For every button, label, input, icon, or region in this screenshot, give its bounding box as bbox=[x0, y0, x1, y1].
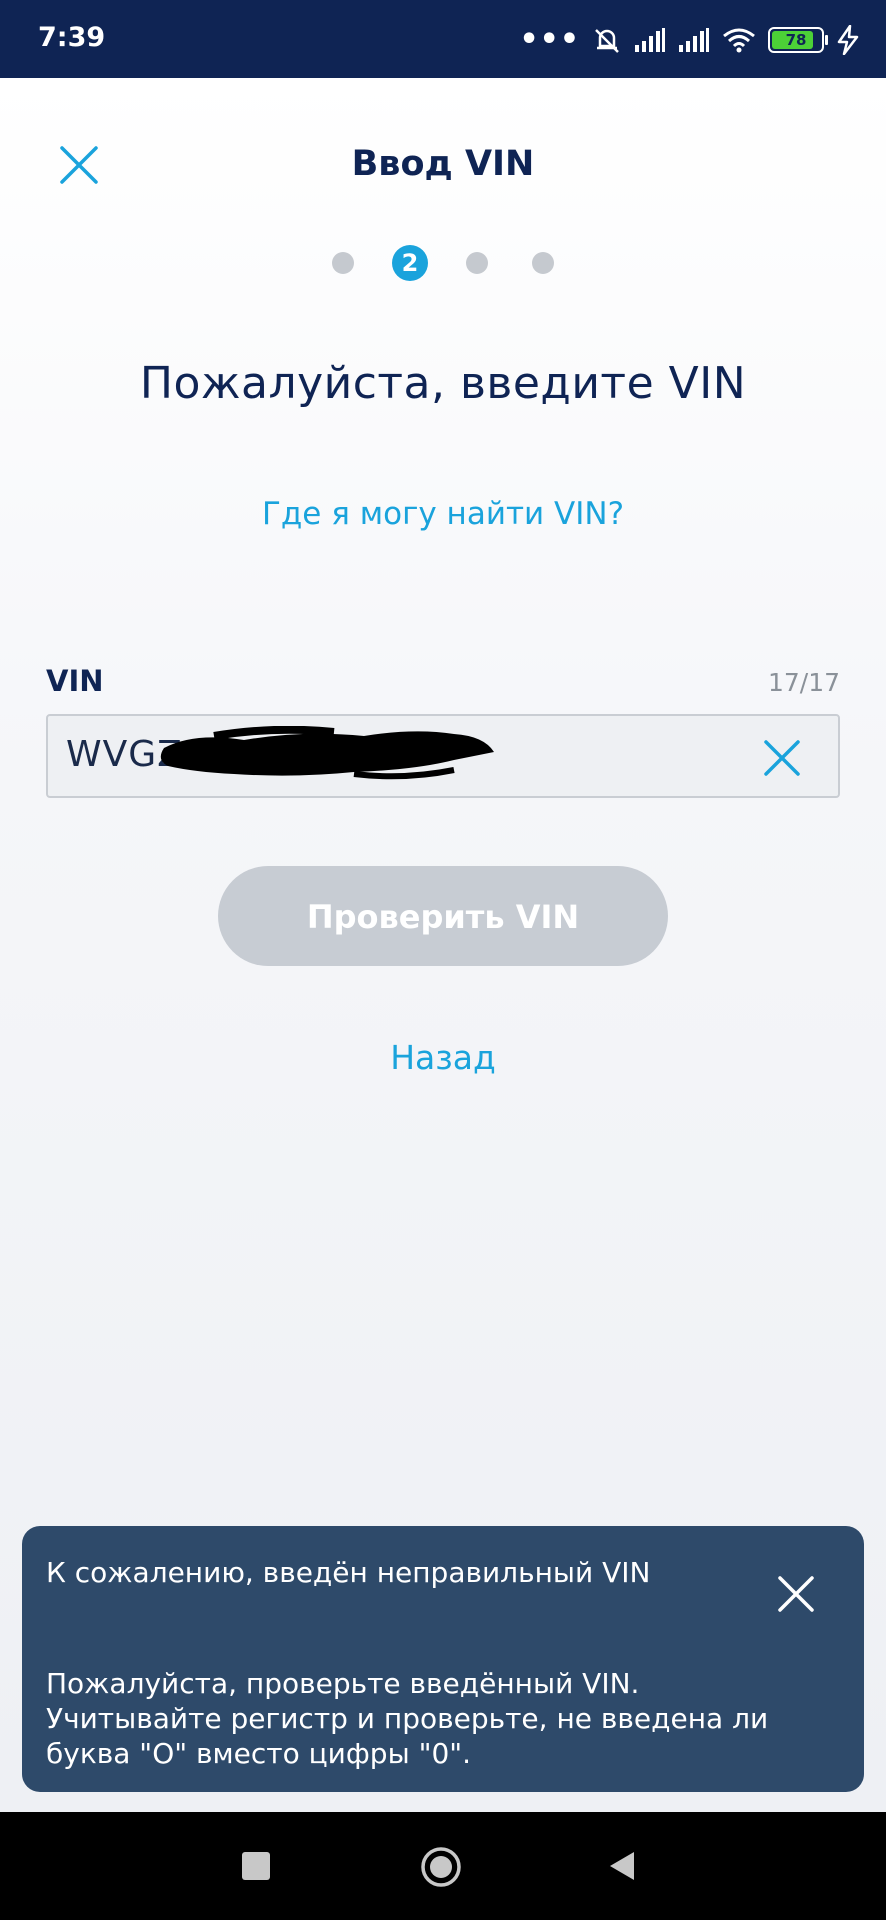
clear-icon[interactable] bbox=[760, 736, 804, 780]
mute-icon bbox=[595, 29, 619, 53]
vin-char-counter: 17/17 bbox=[767, 668, 840, 697]
page-title: Ввод VIN bbox=[351, 144, 535, 184]
vin-field-label: VIN bbox=[46, 664, 104, 698]
recents-button[interactable] bbox=[242, 1852, 270, 1880]
vin-entry-screen: Ввод VIN 2 Пожалуйста, введите VIN Где я… bbox=[0, 78, 886, 1812]
error-toast: К сожалению, введён неправильный VIN Пож… bbox=[22, 1526, 864, 1792]
back-link[interactable]: Назад bbox=[0, 1038, 886, 1077]
charging-icon bbox=[837, 25, 859, 55]
signal-icon bbox=[679, 28, 709, 52]
home-button[interactable] bbox=[420, 1846, 462, 1888]
find-vin-link[interactable]: Где я могу найти VIN? bbox=[0, 496, 886, 532]
signal-icon bbox=[635, 28, 665, 52]
step-dot bbox=[332, 252, 354, 274]
step-dot bbox=[466, 252, 488, 274]
step-dot bbox=[532, 252, 554, 274]
toast-close-icon[interactable] bbox=[774, 1572, 818, 1616]
toast-message: Пожалуйста, проверьте введённый VIN. Учи… bbox=[46, 1666, 806, 1771]
toast-title: К сожалению, введён неправильный VIN bbox=[46, 1556, 651, 1589]
status-bar: 7:39 ••• 78 bbox=[0, 0, 886, 78]
toast-line: Пожалуйста, проверьте введённый VIN. bbox=[46, 1667, 640, 1700]
toast-line: Учитывайте регистр и проверьте, не введе… bbox=[46, 1702, 769, 1735]
back-button[interactable] bbox=[606, 1850, 636, 1882]
more-dots-icon: ••• bbox=[519, 22, 580, 57]
vin-field[interactable]: WVGZ bbox=[46, 714, 840, 798]
status-time: 7:39 bbox=[38, 22, 106, 53]
wifi-icon bbox=[723, 28, 755, 53]
main-heading: Пожалуйста, введите VIN bbox=[139, 358, 747, 409]
redaction-scribble bbox=[160, 726, 495, 780]
step-indicator: 2 bbox=[0, 245, 886, 281]
status-icons: ••• 78 bbox=[519, 20, 860, 60]
check-vin-button[interactable]: Проверить VIN bbox=[218, 866, 668, 966]
step-active: 2 bbox=[392, 245, 428, 281]
battery-percent: 78 bbox=[785, 31, 807, 49]
battery-icon: 78 bbox=[768, 27, 828, 53]
toast-line: буква "O" вместо цифры "0". bbox=[46, 1737, 472, 1770]
system-nav-bar bbox=[0, 1812, 886, 1920]
